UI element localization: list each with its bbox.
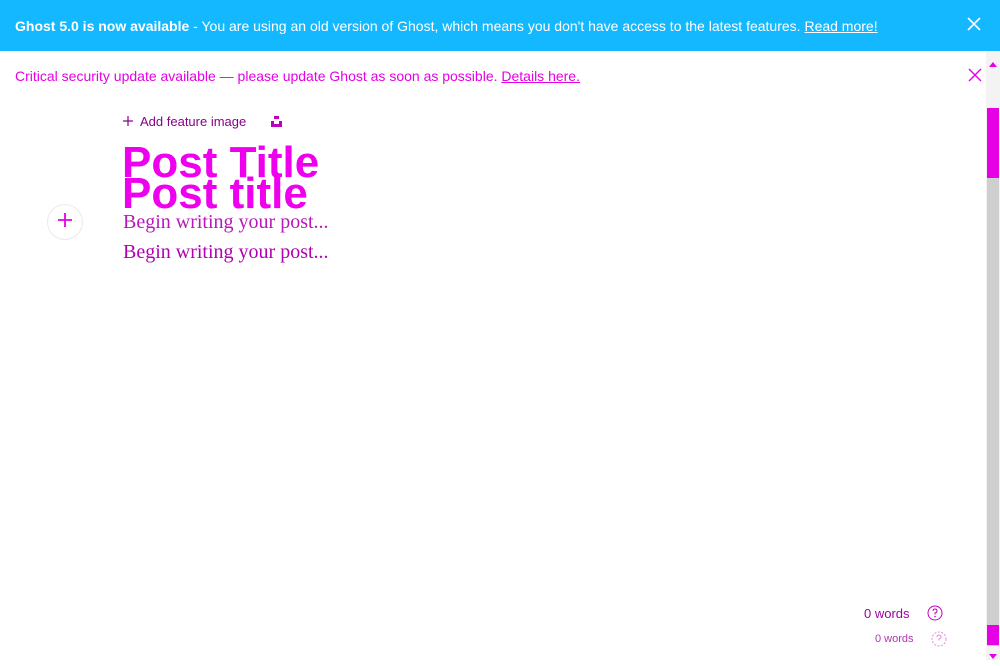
upgrade-banner-title: Ghost 5.0 is now available (15, 17, 190, 34)
feature-image-row: Add feature image (122, 112, 283, 130)
close-icon[interactable] (968, 68, 982, 82)
post-body-placeholder[interactable]: Begin writing your post... (123, 211, 329, 234)
upgrade-banner: Ghost 5.0 is now available - You are usi… (0, 0, 1000, 51)
help-icon-2[interactable] (931, 631, 947, 647)
scroll-track[interactable] (987, 108, 999, 646)
read-more-link[interactable]: Read more! (804, 18, 877, 34)
add-card-button[interactable] (47, 204, 83, 240)
security-banner-text: Critical security update available — ple… (15, 68, 502, 84)
scroll-up-icon[interactable] (988, 55, 998, 67)
add-feature-image-button[interactable]: Add feature image (140, 114, 246, 129)
scrollbar[interactable] (986, 51, 1000, 660)
details-link[interactable]: Details here. (501, 68, 580, 84)
upgrade-banner-text: - You are using an old version of Ghost,… (189, 17, 805, 34)
close-icon[interactable] (966, 16, 982, 32)
security-banner: Critical security update available — ple… (0, 51, 1000, 101)
plus-icon (122, 115, 134, 127)
post-body-placeholder-2[interactable]: Begin writing your post... (123, 241, 329, 264)
help-icon[interactable] (927, 605, 943, 621)
unsplash-icon[interactable] (270, 115, 283, 128)
word-count: 0 words (864, 606, 910, 621)
scroll-thumb[interactable] (987, 108, 999, 178)
scroll-down-icon[interactable] (988, 648, 998, 659)
post-title-placeholder[interactable]: Post title (122, 172, 308, 216)
scroll-thumb-lower[interactable] (987, 625, 999, 645)
plus-icon (57, 212, 73, 233)
word-count-2: 0 words (875, 633, 914, 645)
